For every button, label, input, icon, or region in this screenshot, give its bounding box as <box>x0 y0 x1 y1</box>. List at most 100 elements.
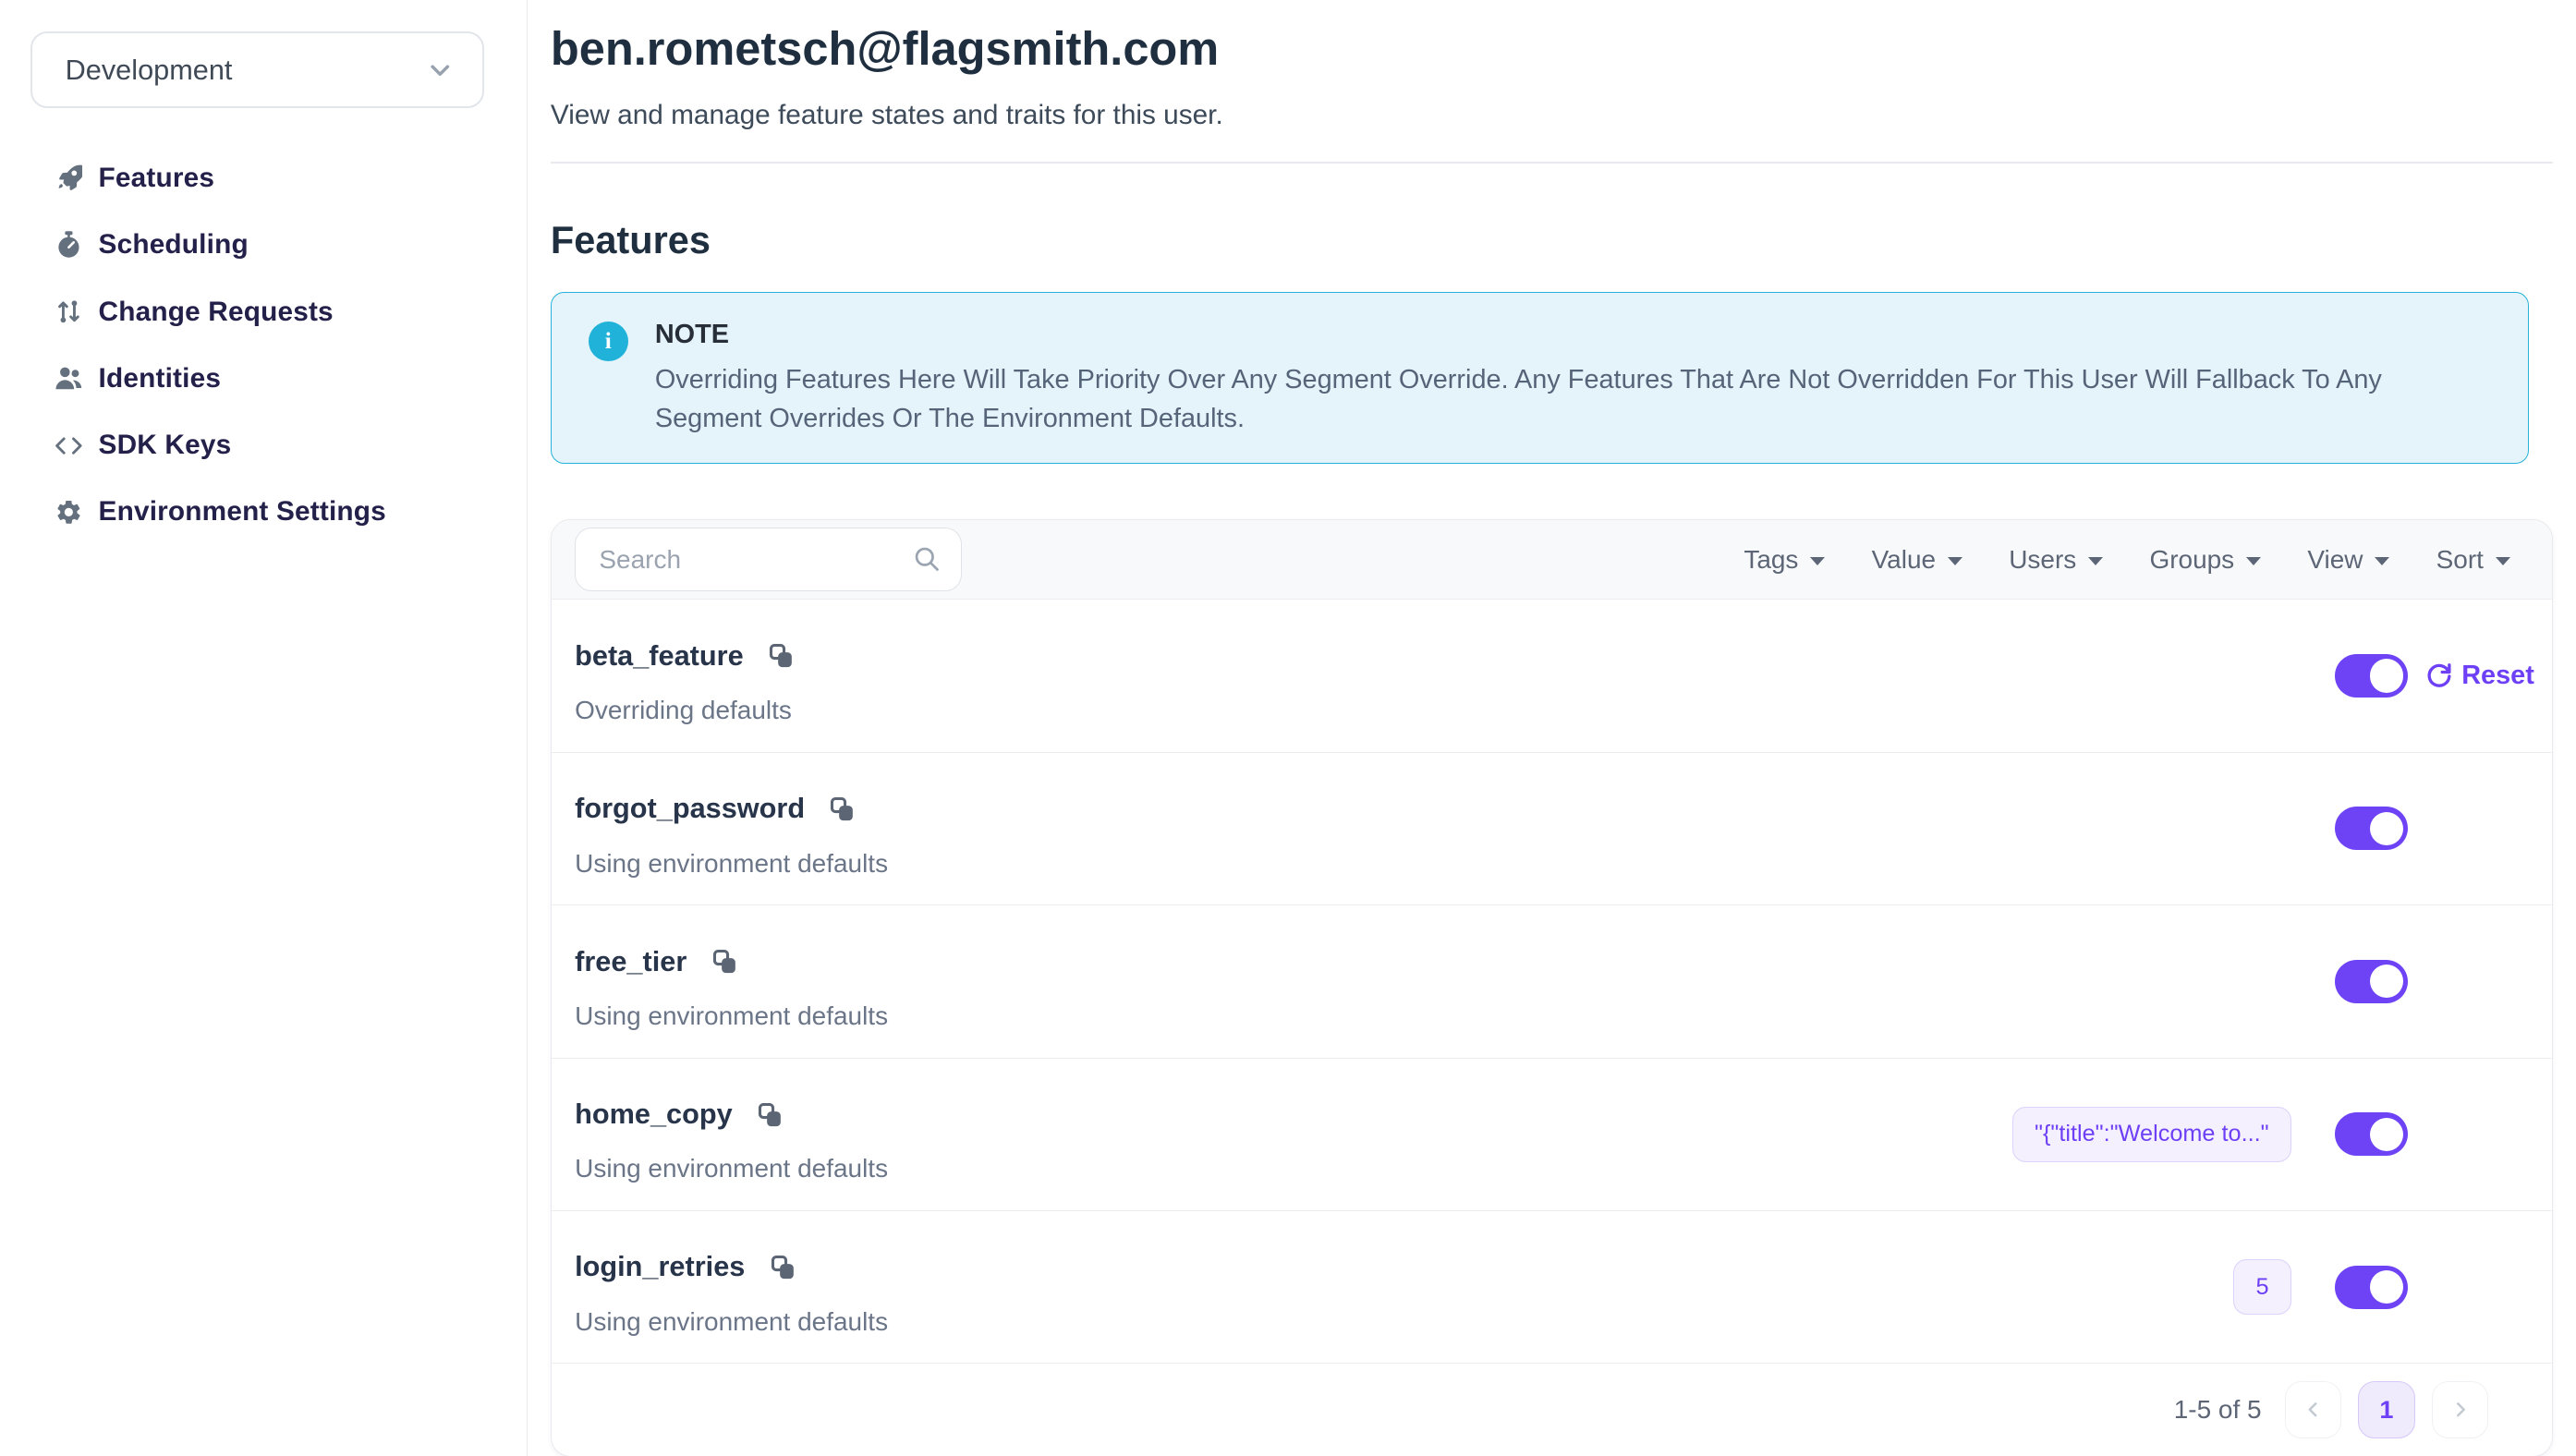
search-input[interactable] <box>575 528 962 591</box>
feature-name[interactable]: login_retries <box>575 1249 745 1284</box>
filter-label: Sort <box>2436 545 2484 575</box>
caret-down-icon <box>1810 557 1825 565</box>
chevron-right-icon <box>2449 1399 2471 1420</box>
sidebar-item-label: Features <box>99 163 215 194</box>
note-text-line: Segment Overrides Or The Environment Def… <box>655 400 2382 439</box>
feature-actions: Reset <box>2335 600 2528 751</box>
sidebar-item-label: Change Requests <box>99 297 334 328</box>
divider <box>551 162 2553 164</box>
filter-label: View <box>2307 545 2363 575</box>
feature-name[interactable]: home_copy <box>575 1097 733 1132</box>
next-page-button[interactable] <box>2432 1381 2488 1438</box>
filter-dropdown[interactable]: View <box>2307 545 2389 575</box>
feature-status: Using environment defaults <box>575 1306 888 1338</box>
reset-slot: Reset <box>2424 661 2528 691</box>
feature-row: home_copy Using environment defaults "{"… <box>552 1059 2552 1211</box>
reset-icon <box>2424 661 2453 690</box>
feature-toggle[interactable] <box>2335 654 2408 698</box>
filter-dropdown[interactable]: Tags <box>1744 545 1825 575</box>
sidebar-item-features[interactable]: Features <box>0 145 527 212</box>
sidebar-item-sdk-keys[interactable]: SDK Keys <box>0 412 527 479</box>
search-icon <box>910 542 943 583</box>
identities-icon <box>54 364 84 394</box>
caret-down-icon <box>2088 557 2103 565</box>
page-number-button[interactable]: 1 <box>2358 1381 2414 1438</box>
features-table: Tags Value Users <box>551 519 2553 1456</box>
feature-status: Using environment defaults <box>575 848 888 880</box>
info-icon: i <box>589 322 628 361</box>
caret-down-icon <box>2246 557 2261 565</box>
toggle-knob <box>2370 965 2403 998</box>
filter-dropdown[interactable]: Sort <box>2436 545 2510 575</box>
copy-icon[interactable] <box>769 1253 797 1281</box>
note-banner: i NOTE Overriding Features Here Will Tak… <box>551 292 2530 464</box>
page: Development Features Scheduling <box>0 0 2576 1456</box>
feature-actions <box>2335 905 2528 1057</box>
feature-status: Overriding defaults <box>575 695 795 726</box>
sidebar: Development Features Scheduling <box>0 0 528 1456</box>
environment-selector[interactable]: Development <box>30 31 484 108</box>
feature-info: free_tier Using environment defaults <box>575 905 888 1057</box>
feature-info: home_copy Using environment defaults <box>575 1059 888 1210</box>
feature-info: login_retries Using environment defaults <box>575 1211 888 1363</box>
search-wrap <box>575 528 962 591</box>
prev-page-button[interactable] <box>2285 1381 2341 1438</box>
page-subtitle: View and manage feature states and trait… <box>551 99 2553 132</box>
note-title: NOTE <box>655 318 2382 351</box>
main-content: ben.rometsch@flagsmith.com View and mana… <box>551 0 2553 1456</box>
sidebar-item-identities[interactable]: Identities <box>0 346 527 412</box>
feature-info: forgot_password Using environment defaul… <box>575 753 888 904</box>
feature-value-chip[interactable]: 5 <box>2233 1259 2291 1315</box>
feature-toggle[interactable] <box>2335 1112 2408 1156</box>
copy-icon[interactable] <box>711 947 739 976</box>
code-icon <box>54 431 84 461</box>
feature-actions: "{"title":"Welcome to..." <box>2012 1059 2529 1210</box>
sidebar-item-label: SDK Keys <box>99 430 232 461</box>
feature-row: login_retries Using environment defaults… <box>552 1211 2552 1364</box>
feature-row: forgot_password Using environment defaul… <box>552 753 2552 905</box>
sidebar-item-change-requests[interactable]: Change Requests <box>0 279 527 346</box>
filter-label: Value <box>1872 545 1936 575</box>
feature-value-chip[interactable]: "{"title":"Welcome to..." <box>2012 1107 2292 1162</box>
toggle-knob <box>2370 1118 2403 1151</box>
copy-icon[interactable] <box>828 795 857 823</box>
note-text-line: Overriding Features Here Will Take Prior… <box>655 361 2382 400</box>
copy-icon[interactable] <box>767 641 796 670</box>
toggle-knob <box>2370 1270 2403 1304</box>
caret-down-icon <box>2496 557 2510 565</box>
note-content: NOTE Overriding Features Here Will Take … <box>655 318 2382 438</box>
sidebar-item-label: Environment Settings <box>99 496 386 528</box>
caret-down-icon <box>1948 557 1962 565</box>
features-section-title: Features <box>551 219 2553 262</box>
sidebar-item-scheduling[interactable]: Scheduling <box>0 212 527 278</box>
stopwatch-icon <box>54 230 84 261</box>
copy-icon[interactable] <box>756 1100 784 1129</box>
filter-bar: Tags Value Users <box>1744 545 2509 575</box>
rocket-icon <box>54 164 84 194</box>
feature-toggle[interactable] <box>2335 960 2408 1003</box>
chevron-down-icon <box>425 55 456 86</box>
filter-dropdown[interactable]: Value <box>1872 545 1962 575</box>
pagination: 1-5 of 5 1 <box>552 1364 2552 1455</box>
feature-name[interactable]: beta_feature <box>575 638 744 673</box>
filter-label: Groups <box>2149 545 2234 575</box>
filter-dropdown[interactable]: Users <box>2009 545 2103 575</box>
feature-toggle[interactable] <box>2335 1266 2408 1309</box>
table-toolbar: Tags Value Users <box>552 520 2552 601</box>
feature-name[interactable]: forgot_password <box>575 791 805 826</box>
toggle-knob <box>2370 659 2403 692</box>
sidebar-item-label: Identities <box>99 363 222 394</box>
reset-button[interactable]: Reset <box>2424 661 2533 691</box>
pagination-summary: 1-5 of 5 <box>2174 1395 2262 1425</box>
filter-dropdown[interactable]: Groups <box>2149 545 2260 575</box>
feature-name[interactable]: free_tier <box>575 944 687 979</box>
feature-row: beta_feature Overriding defaults <box>552 600 2552 752</box>
gear-icon <box>54 497 84 528</box>
sidebar-item-label: Scheduling <box>99 229 249 261</box>
feature-status: Using environment defaults <box>575 1153 888 1184</box>
sidebar-item-environment-settings[interactable]: Environment Settings <box>0 479 527 545</box>
feature-toggle[interactable] <box>2335 807 2408 850</box>
toggle-knob <box>2370 812 2403 845</box>
change-requests-icon <box>54 297 84 327</box>
reset-label: Reset <box>2461 661 2534 691</box>
